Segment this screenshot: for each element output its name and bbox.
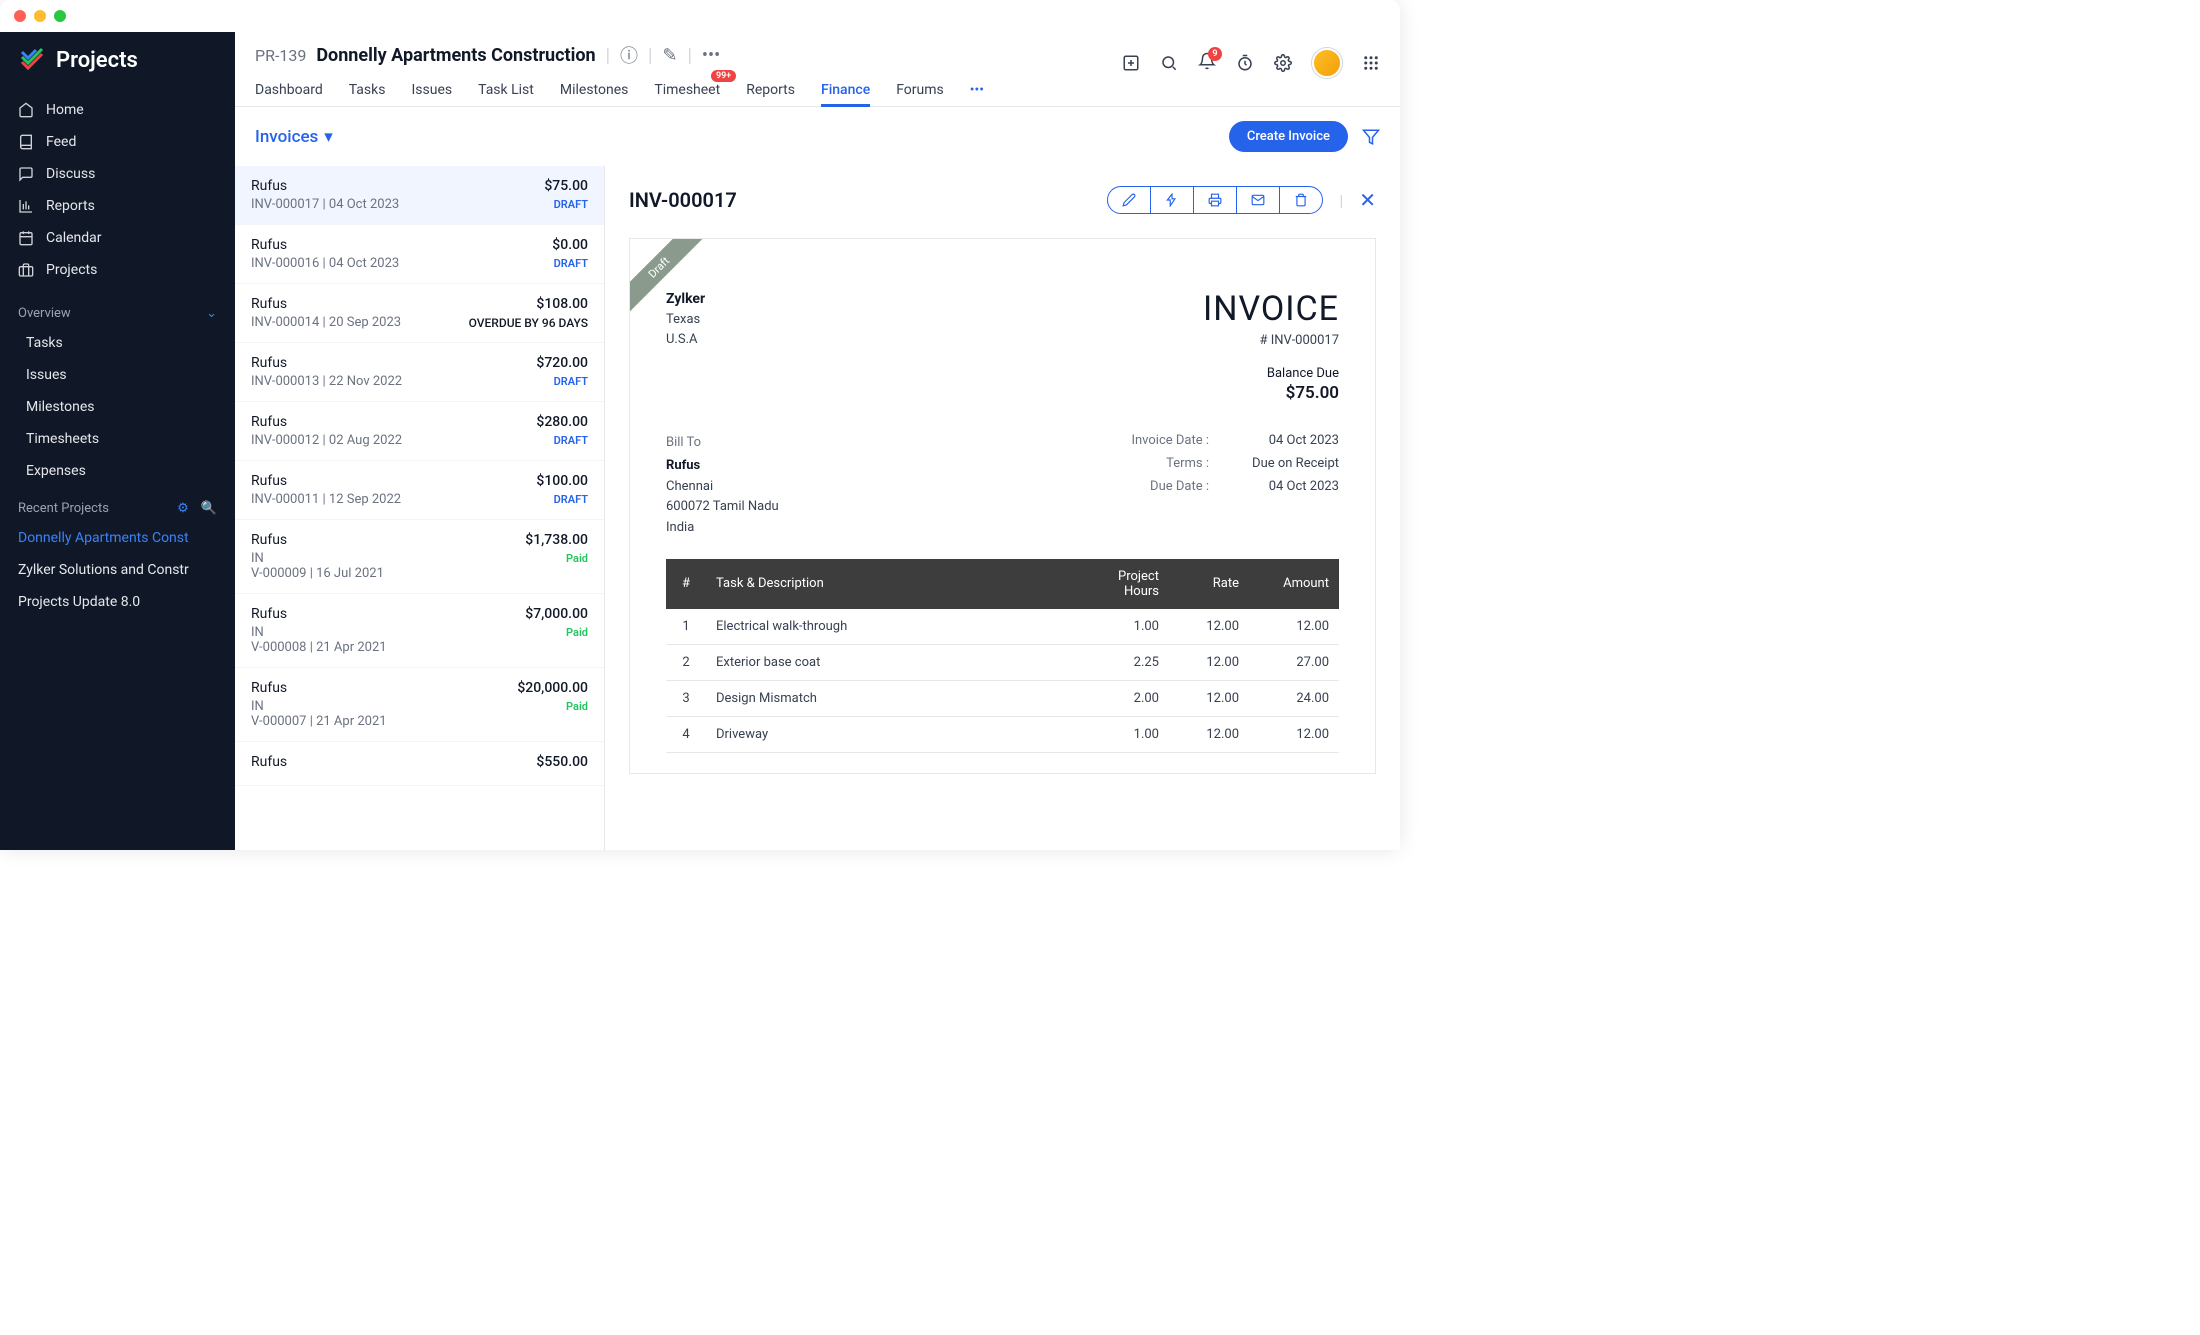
bill-to: Bill To Rufus Chennai 600072 Tamil Nadu … bbox=[666, 433, 779, 539]
sidebar-sub-tasks[interactable]: Tasks bbox=[0, 327, 235, 359]
tab-timesheet[interactable]: Timesheet99+ bbox=[654, 74, 720, 106]
table-row: 2Exterior base coat2.2512.0027.00 bbox=[666, 644, 1339, 680]
sidebar-nav-calendar[interactable]: Calendar bbox=[0, 222, 235, 254]
invoice-list-item[interactable]: Rufus$20,000.00INPaidV-000007 | 21 Apr 2… bbox=[235, 668, 604, 742]
add-icon[interactable] bbox=[1122, 54, 1140, 72]
invoices-dropdown-label: Invoices bbox=[255, 127, 318, 147]
sidebar-nav-projects[interactable]: Projects bbox=[0, 254, 235, 286]
notifications-button[interactable]: 9 bbox=[1198, 52, 1216, 74]
mail-button[interactable] bbox=[1237, 187, 1280, 213]
table-row: 4Driveway1.0012.0012.00 bbox=[666, 716, 1339, 752]
avatar[interactable] bbox=[1312, 48, 1342, 78]
recent-projects-header: Recent Projects ⚙ 🔍 bbox=[0, 487, 235, 522]
invoice-document: Draft Zylker Texas U.S.A INVOICE # INV-0… bbox=[629, 238, 1376, 774]
filter-icon[interactable] bbox=[1362, 128, 1380, 146]
balance-due-amount: $75.00 bbox=[1203, 383, 1339, 403]
tab-reports[interactable]: Reports bbox=[746, 74, 795, 106]
settings-sliders-icon[interactable]: ⚙ bbox=[177, 501, 189, 516]
tab-tasks[interactable]: Tasks bbox=[349, 74, 386, 106]
stopwatch-icon[interactable] bbox=[1236, 54, 1254, 72]
tab-issues[interactable]: Issues bbox=[411, 74, 452, 106]
sidebar-nav-discuss[interactable]: Discuss bbox=[0, 158, 235, 190]
invoice-list-item[interactable]: Rufus$108.00INV-000014 | 20 Sep 2023OVER… bbox=[235, 284, 604, 343]
invoice-list-item[interactable]: Rufus$100.00INV-000011 | 12 Sep 2022DRAF… bbox=[235, 461, 604, 520]
invoice-number: # INV-000017 bbox=[1203, 333, 1339, 348]
invoice-list-item[interactable]: Rufus$7,000.00INPaidV-000008 | 21 Apr 20… bbox=[235, 594, 604, 668]
project-name: Donnelly Apartments Construction bbox=[316, 45, 595, 66]
wand-icon[interactable]: ✎ bbox=[662, 45, 677, 66]
tab-dashboard[interactable]: Dashboard bbox=[255, 74, 323, 106]
invoice-list[interactable]: Rufus$75.00INV-000017 | 04 Oct 2023DRAFT… bbox=[235, 166, 605, 850]
project-id: PR-139 bbox=[255, 46, 306, 65]
invoice-heading: INVOICE bbox=[1203, 289, 1339, 329]
draft-ribbon: Draft bbox=[630, 239, 710, 319]
invoice-items-table: # Task & Description Project Hours Rate … bbox=[666, 559, 1339, 753]
tab-finance[interactable]: Finance bbox=[821, 74, 870, 106]
bell-badge: 9 bbox=[1208, 47, 1222, 61]
invoice-list-item[interactable]: Rufus$0.00INV-000016 | 04 Oct 2023DRAFT bbox=[235, 225, 604, 284]
invoice-list-item[interactable]: Rufus$75.00INV-000017 | 04 Oct 2023DRAFT bbox=[235, 166, 604, 225]
trash-icon bbox=[1294, 193, 1308, 207]
search-icon[interactable]: 🔍 bbox=[201, 501, 217, 516]
breadcrumb: PR-139 Donnelly Apartments Construction … bbox=[255, 42, 984, 68]
sidebar-sub-expenses[interactable]: Expenses bbox=[0, 455, 235, 487]
sidebar-nav-feed[interactable]: Feed bbox=[0, 126, 235, 158]
chevron-down-icon: ⌄ bbox=[206, 306, 217, 321]
window-minimize-dot[interactable] bbox=[34, 10, 46, 22]
table-row: 1Electrical walk-through1.0012.0012.00 bbox=[666, 609, 1339, 645]
tab-more[interactable]: ••• bbox=[970, 74, 984, 106]
pdf-button[interactable] bbox=[1151, 187, 1194, 213]
recent-project-item[interactable]: Projects Update 8.0 bbox=[0, 586, 235, 618]
caret-down-icon: ▾ bbox=[324, 127, 333, 147]
invoice-list-item[interactable]: Rufus$280.00INV-000012 | 02 Aug 2022DRAF… bbox=[235, 402, 604, 461]
tab-milestones[interactable]: Milestones bbox=[560, 74, 629, 106]
edit-button[interactable] bbox=[1108, 187, 1151, 213]
create-invoice-button[interactable]: Create Invoice bbox=[1229, 121, 1348, 152]
close-button[interactable]: ✕ bbox=[1359, 188, 1376, 212]
sidebar-sub-issues[interactable]: Issues bbox=[0, 359, 235, 391]
sidebar-nav-reports[interactable]: Reports bbox=[0, 190, 235, 222]
more-icon[interactable]: ••• bbox=[702, 45, 720, 66]
brand-icon bbox=[18, 46, 46, 74]
overview-section-header[interactable]: Overview ⌄ bbox=[0, 292, 235, 327]
tab-badge: 99+ bbox=[711, 70, 736, 82]
print-button[interactable] bbox=[1194, 187, 1237, 213]
brand-text: Projects bbox=[56, 48, 138, 73]
recent-project-item[interactable]: Zylker Solutions and Constr bbox=[0, 554, 235, 586]
window-close-dot[interactable] bbox=[14, 10, 26, 22]
printer-icon bbox=[1208, 193, 1222, 207]
pencil-icon bbox=[1122, 193, 1136, 207]
invoice-list-item[interactable]: Rufus$1,738.00INPaidV-000009 | 16 Jul 20… bbox=[235, 520, 604, 594]
sidebar-sub-timesheets[interactable]: Timesheets bbox=[0, 423, 235, 455]
apps-grid-icon[interactable] bbox=[1362, 54, 1380, 72]
tab-task-list[interactable]: Task List bbox=[478, 74, 534, 106]
balance-due-label: Balance Due bbox=[1203, 366, 1339, 381]
delete-button[interactable] bbox=[1280, 187, 1322, 213]
invoice-list-item[interactable]: Rufus$720.00INV-000013 | 22 Nov 2022DRAF… bbox=[235, 343, 604, 402]
window-maximize-dot[interactable] bbox=[54, 10, 66, 22]
invoices-dropdown[interactable]: Invoices ▾ bbox=[255, 127, 333, 147]
recent-project-item[interactable]: Donnelly Apartments Const bbox=[0, 522, 235, 554]
recent-label: Recent Projects bbox=[18, 501, 109, 516]
brand-logo[interactable]: Projects bbox=[0, 32, 235, 88]
table-row: 3Design Mismatch2.0012.0024.00 bbox=[666, 680, 1339, 716]
sidebar-nav-home[interactable]: Home bbox=[0, 94, 235, 126]
pdf-icon bbox=[1165, 193, 1179, 207]
tab-forums[interactable]: Forums bbox=[896, 74, 944, 106]
gear-icon[interactable] bbox=[1274, 54, 1292, 72]
info-icon[interactable]: ⓘ bbox=[620, 42, 638, 68]
mail-icon bbox=[1251, 193, 1265, 207]
sidebar-sub-milestones[interactable]: Milestones bbox=[0, 391, 235, 423]
invoice-detail-title: INV-000017 bbox=[629, 188, 737, 212]
invoice-list-item[interactable]: Rufus$550.00 bbox=[235, 742, 604, 786]
invoice-dates: Invoice Date :04 Oct 2023Terms :Due on R… bbox=[1131, 433, 1339, 539]
search-icon[interactable] bbox=[1160, 54, 1178, 72]
overview-label: Overview bbox=[18, 306, 71, 321]
